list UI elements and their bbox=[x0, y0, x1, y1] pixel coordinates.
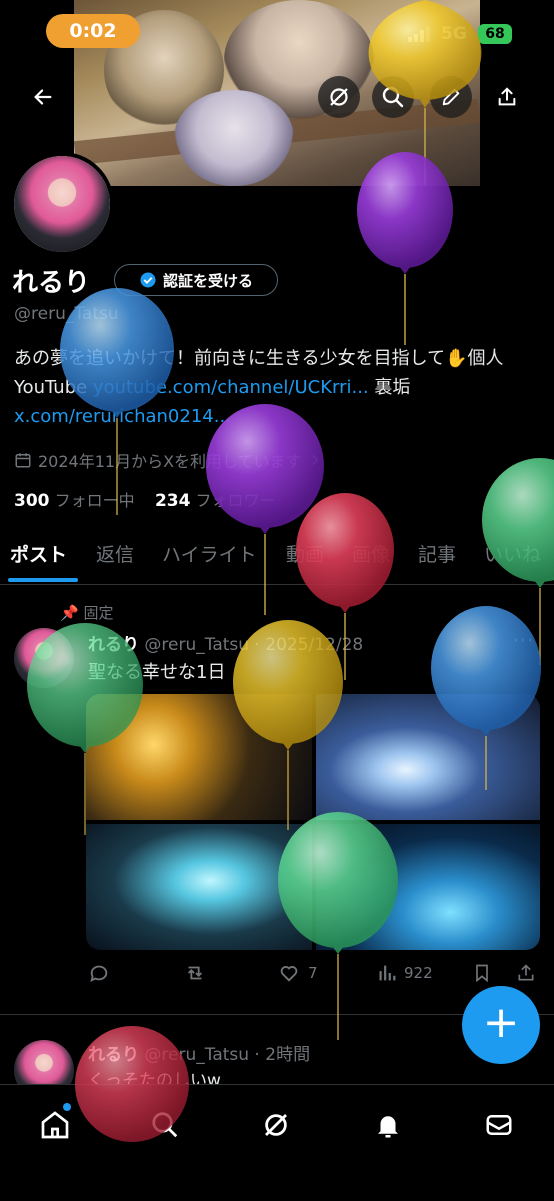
following-count: 300 bbox=[14, 491, 50, 511]
views-icon[interactable] bbox=[376, 962, 398, 984]
battery-level: 68 bbox=[478, 24, 512, 44]
follow-stats: 300 フォロー中 234 フォロワー bbox=[14, 487, 276, 511]
pinned-label: 固定 bbox=[83, 604, 114, 622]
nav-notifications[interactable] bbox=[366, 1103, 410, 1147]
verified-icon bbox=[140, 272, 156, 288]
like-count: 7 bbox=[308, 964, 318, 982]
tab-posts[interactable]: ポスト bbox=[10, 540, 67, 567]
bio-youtube-link[interactable]: youtube.com/channel/UCKrri... bbox=[93, 377, 369, 398]
share-icon bbox=[498, 87, 516, 106]
signal-icon bbox=[408, 26, 434, 46]
profile-name: れるり bbox=[12, 268, 91, 298]
search-icon bbox=[152, 1112, 178, 1138]
media-image-1[interactable] bbox=[86, 694, 312, 820]
media-image-4[interactable] bbox=[316, 824, 540, 950]
grok-icon bbox=[265, 1114, 287, 1136]
mail-icon bbox=[486, 1115, 512, 1135]
retweet-icon[interactable] bbox=[184, 962, 206, 984]
compose-icon: + bbox=[482, 997, 520, 1048]
profile-tabs: ポスト 返信 ハイライト 動画 画像 記事 いいね bbox=[0, 528, 554, 585]
home-notification-dot bbox=[63, 1103, 71, 1111]
edit-button[interactable] bbox=[430, 76, 472, 118]
bio-x-link[interactable]: x.com/rerurichan0214... bbox=[14, 406, 231, 427]
bookmark-icon[interactable] bbox=[472, 962, 492, 984]
like-icon[interactable] bbox=[278, 962, 300, 984]
views-count: 922 bbox=[404, 964, 433, 982]
active-tab-indicator bbox=[8, 578, 78, 582]
edit-icon bbox=[442, 88, 460, 106]
network-type: 5G bbox=[441, 24, 467, 44]
post-author-handle: @reru_Tatsu bbox=[144, 635, 250, 655]
grok-button[interactable] bbox=[318, 76, 360, 118]
post-text: 聖なる幸せな1日 bbox=[88, 662, 226, 683]
nav-home[interactable] bbox=[33, 1103, 77, 1147]
profile-bio: あの夢を追いかけて！前向きに生きる少女を目指して✋個人 YouTube yout… bbox=[14, 344, 544, 431]
get-verified-button[interactable]: 認証を受ける bbox=[114, 264, 278, 296]
nav-messages[interactable] bbox=[477, 1103, 521, 1147]
profile-handle: @reru_Tatsu bbox=[14, 304, 119, 324]
following-link[interactable]: 300 フォロー中 bbox=[14, 491, 135, 511]
chevron-right-icon[interactable] bbox=[308, 453, 322, 467]
compose-button[interactable]: + bbox=[462, 986, 540, 1064]
followers-link[interactable]: 234 フォロワー bbox=[154, 491, 276, 511]
tab-images[interactable]: 画像 bbox=[352, 540, 390, 567]
following-label: フォロー中 bbox=[54, 491, 135, 510]
search-button[interactable] bbox=[372, 76, 414, 118]
post2-time: 2時間 bbox=[265, 1045, 311, 1065]
nav-search[interactable] bbox=[143, 1103, 187, 1147]
post2-author-name[interactable]: れるり bbox=[88, 1045, 139, 1065]
followers-label: フォロワー bbox=[195, 491, 276, 510]
followers-count: 234 bbox=[154, 491, 191, 511]
pin-icon: 📌 bbox=[60, 604, 79, 622]
bio-text-mid: 裏垢 bbox=[368, 377, 411, 398]
pinned-indicator: 📌 固定 bbox=[60, 602, 113, 623]
post-header-2: れるり @reru_Tatsu · 2時間 bbox=[88, 1045, 311, 1065]
media-image-2[interactable] bbox=[316, 694, 540, 820]
tab-articles[interactable]: 記事 bbox=[418, 540, 456, 567]
joined-text: 2024年11月からXを利用しています bbox=[38, 452, 302, 471]
more-icon[interactable]: ⋯ bbox=[512, 628, 534, 653]
tab-replies[interactable]: 返信 bbox=[96, 540, 134, 567]
back-button[interactable] bbox=[22, 76, 64, 118]
calendar-icon bbox=[15, 453, 31, 468]
post-date: 2025/12/28 bbox=[265, 635, 364, 655]
search-icon bbox=[382, 86, 404, 108]
post-share-icon[interactable] bbox=[516, 962, 536, 984]
post-actions: 7 922 bbox=[88, 962, 538, 988]
post-avatar[interactable] bbox=[14, 628, 74, 688]
tab-likes[interactable]: いいね bbox=[484, 540, 541, 567]
tab-videos[interactable]: 動画 bbox=[286, 540, 324, 567]
tab-highlights[interactable]: ハイライト bbox=[162, 540, 257, 567]
back-icon bbox=[34, 89, 52, 105]
grok-icon bbox=[330, 88, 348, 106]
post-author-name[interactable]: れるり bbox=[88, 635, 139, 655]
profile-avatar[interactable] bbox=[10, 152, 114, 256]
post2-author-handle: @reru_Tatsu bbox=[144, 1045, 250, 1065]
joined-date: 2024年11月からXを利用しています bbox=[14, 448, 322, 472]
bell-icon bbox=[378, 1116, 398, 1138]
get-verified-label: 認証を受ける bbox=[162, 271, 253, 290]
bottom-nav bbox=[0, 1084, 554, 1201]
share-button[interactable] bbox=[486, 76, 528, 118]
media-image-3[interactable] bbox=[86, 824, 312, 950]
home-icon bbox=[41, 1111, 69, 1139]
nav-grok[interactable] bbox=[254, 1103, 298, 1147]
status-time: 0:02 bbox=[46, 14, 140, 48]
post-header: れるり @reru_Tatsu · 2025/12/28 bbox=[88, 635, 364, 655]
post-media-grid bbox=[86, 694, 540, 950]
reply-icon[interactable] bbox=[88, 962, 110, 984]
